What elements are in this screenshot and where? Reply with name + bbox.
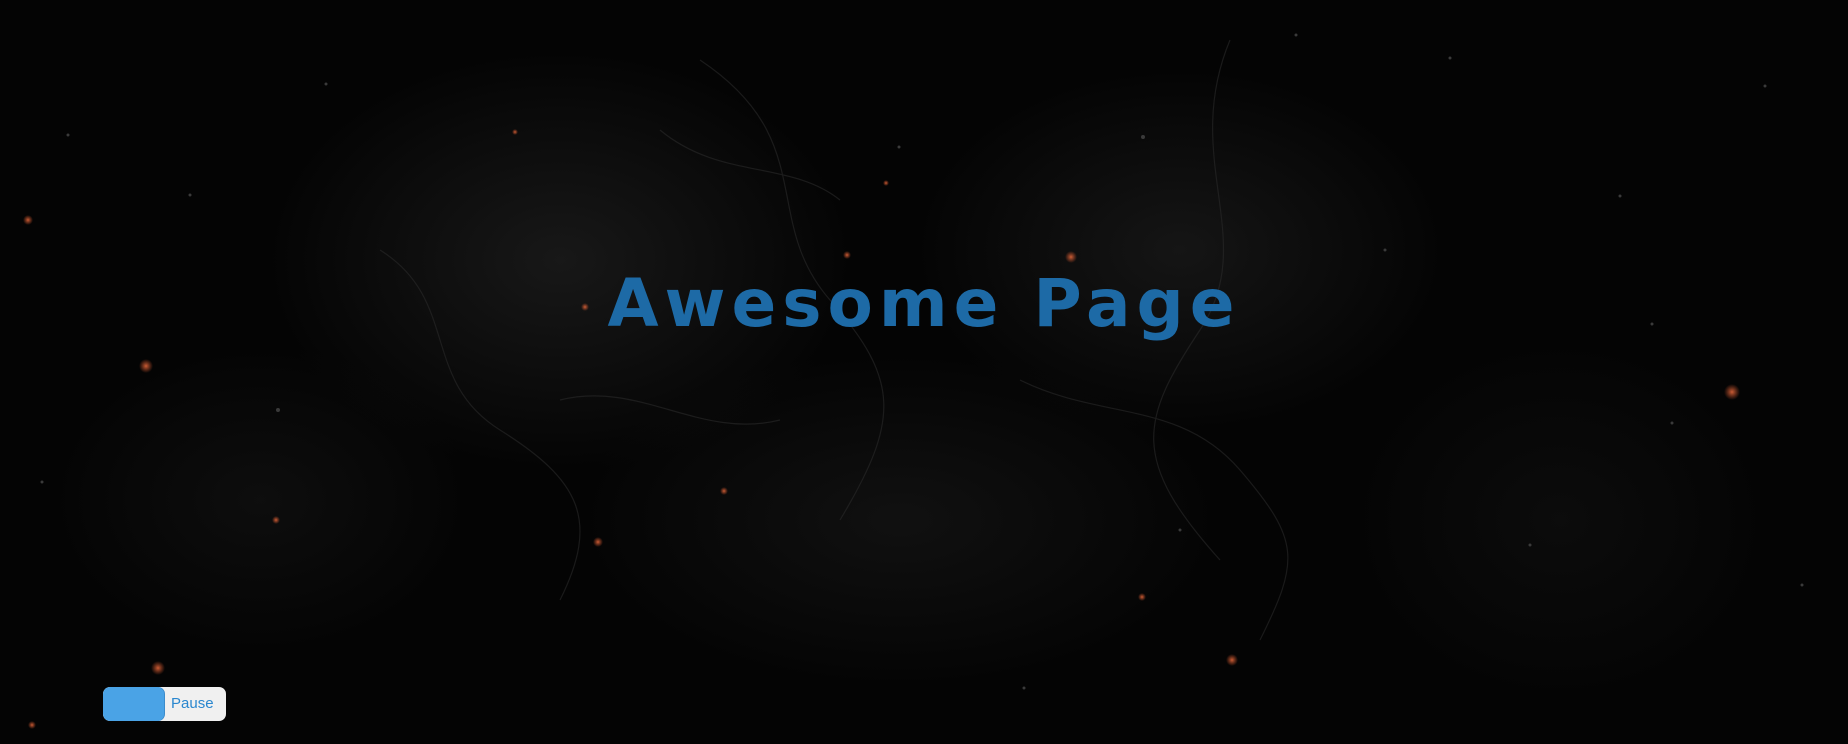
pause-toggle[interactable]: Pause — [103, 687, 226, 721]
dust-particles — [40, 33, 1804, 690]
pause-toggle-label[interactable]: Pause — [171, 687, 214, 721]
smoke-particle-canvas — [23, 33, 1804, 729]
particle-background: Awesome Page Pause — [0, 0, 1848, 744]
page-title: Awesome Page — [607, 265, 1241, 342]
toggle-knob[interactable] — [103, 687, 164, 721]
